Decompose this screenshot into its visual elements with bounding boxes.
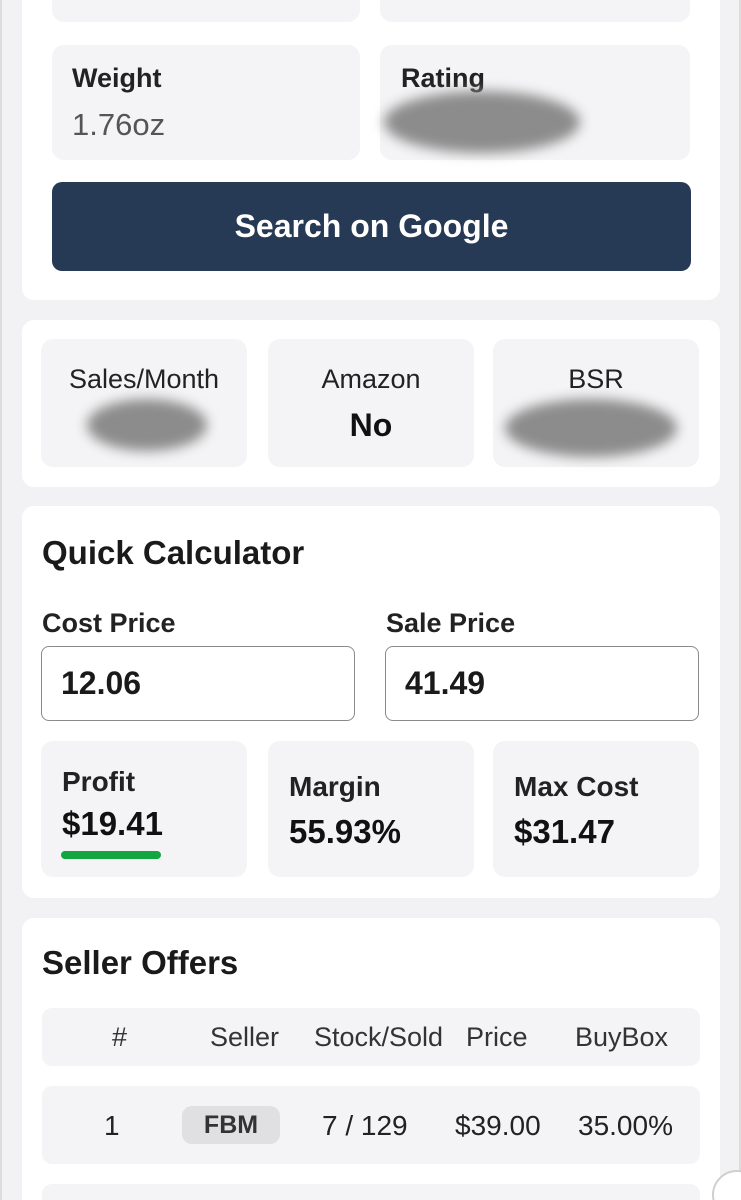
offer-buybox: 35.00% [578,1110,673,1141]
column-header-number: # [112,1022,128,1052]
rating-tile: Rating [380,45,690,160]
cost-price-input[interactable] [41,646,355,721]
weight-tile: Weight 1.76oz [52,45,360,160]
column-header-stock-sold: Stock/Sold [314,1022,444,1052]
table-row [42,1184,700,1200]
seller-offers-card: Seller Offers # Seller Stock/Sold Price … [22,918,720,1200]
bsr-value-redacted [505,399,677,457]
profit-indicator-bar [61,851,161,859]
bsr-tile: BSR [493,339,699,467]
amazon-tile: Amazon No [268,339,474,467]
rating-value-redacted [384,91,580,153]
margin-tile: Margin 55.93% [268,741,474,877]
column-header-price: Price [466,1022,528,1052]
amazon-label: Amazon [321,364,421,394]
offers-table-header: # Seller Stock/Sold Price BuyBox [42,1008,700,1066]
weight-value: 1.76oz [72,107,166,142]
max-cost-tile: Max Cost $31.47 [493,741,699,877]
profit-tile: Profit $19.41 [41,741,247,877]
max-cost-label: Max Cost [514,771,639,802]
weight-label: Weight [72,63,162,93]
detail-tile-cut [380,0,690,22]
margin-value: 55.93% [289,813,401,850]
product-details-card: Weight 1.76oz Rating Search on Google [22,0,720,300]
bsr-label: BSR [568,364,624,394]
quick-calculator-card: Quick Calculator Cost Price Sale Price P… [22,506,720,898]
margin-label: Margin [289,771,381,802]
stats-card: Sales/Month Amazon No BSR [22,320,720,487]
seller-offers-title: Seller Offers [42,944,239,981]
max-cost-value: $31.47 [514,813,615,850]
column-header-buybox: BuyBox [575,1022,669,1052]
offer-number: 1 [104,1110,120,1141]
offer-price: $39.00 [455,1110,541,1141]
amazon-value: No [349,407,393,443]
sales-month-value-redacted [87,399,207,451]
calculator-title: Quick Calculator [42,534,305,571]
detail-tile-cut [52,0,360,22]
profit-value: $19.41 [62,805,163,842]
profit-label: Profit [62,766,136,797]
cost-price-label: Cost Price [42,608,176,638]
sale-price-input[interactable] [385,646,699,721]
sales-month-label: Sales/Month [68,364,220,394]
sales-month-tile: Sales/Month [41,339,247,467]
sale-price-label: Sale Price [386,608,516,638]
table-row[interactable]: 1 FBM 7 / 129 $39.00 35.00% [42,1086,700,1164]
seller-badge: FBM [182,1106,280,1144]
rating-label: Rating [401,63,485,93]
offer-stock-sold: 7 / 129 [322,1110,408,1141]
search-on-google-button[interactable]: Search on Google [52,182,691,271]
column-header-seller: Seller [210,1022,280,1052]
